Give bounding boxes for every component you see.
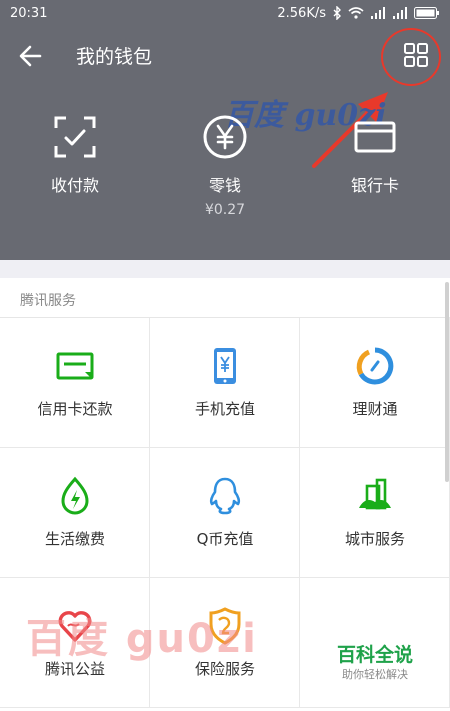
wallet-header: 我的钱包 百度 gu0zi 收付款 零钱 ¥0.27 银行卡 (0, 26, 450, 260)
service-q-coin[interactable]: Q币充值 (150, 448, 300, 578)
balance-label: 零钱 (208, 176, 241, 195)
receive-pay-button[interactable]: 收付款 (0, 114, 150, 196)
service-wealth[interactable]: 理财通 (300, 318, 450, 448)
wifi-icon (348, 7, 364, 19)
status-indicators: 2.56K/s (277, 6, 440, 21)
back-arrow-icon (19, 45, 42, 67)
signal-icon (370, 7, 386, 19)
service-label: 信用卡还款 (37, 400, 113, 418)
service-credit-card-repay[interactable]: 信用卡还款 (0, 318, 150, 448)
service-label: 城市服务 (344, 530, 405, 548)
bluetooth-icon (332, 6, 342, 20)
bank-card-label: 银行卡 (350, 176, 399, 195)
wealth-icon (356, 347, 394, 385)
bank-card-icon (354, 121, 396, 153)
service-label: 保险服务 (194, 660, 255, 678)
balance-button[interactable]: 零钱 ¥0.27 (150, 114, 300, 218)
service-label: 手机充值 (194, 400, 255, 418)
qq-icon (209, 477, 241, 515)
service-bill-payment[interactable]: 生活缴费 (0, 448, 150, 578)
status-bar: 20:31 2.56K/s (0, 0, 450, 26)
section-divider (0, 260, 450, 278)
yuan-coin-icon (203, 115, 247, 159)
battery-icon (414, 7, 440, 19)
service-label: Q币充值 (196, 530, 254, 548)
city-service-icon (359, 478, 391, 510)
service-charity[interactable]: 腾讯公益 (0, 578, 150, 708)
scan-receive-icon (54, 116, 96, 158)
bill-payment-icon (61, 476, 89, 515)
balance-amount: ¥0.27 (204, 202, 246, 218)
section-title: 腾讯服务 (0, 278, 450, 318)
services-grid: 信用卡还款 手机充值 理财通 生活缴费 Q币充值 城市服务 腾讯公益 保险服务 … (0, 318, 450, 711)
scrollbar[interactable] (445, 282, 449, 482)
page-title: 我的钱包 (76, 46, 153, 68)
service-label: 腾讯公益 (44, 660, 105, 678)
phone-recharge-icon (214, 348, 236, 384)
back-button[interactable] (14, 40, 50, 72)
service-insurance[interactable]: 保险服务 (150, 578, 300, 708)
bank-card-button[interactable]: 银行卡 (300, 114, 450, 196)
charity-heart-icon (58, 611, 92, 642)
insurance-icon (209, 607, 241, 645)
baike-subtitle: 助你轻松解决 (342, 668, 408, 681)
network-speed: 2.56K/s (277, 5, 326, 21)
receive-pay-label: 收付款 (50, 176, 99, 195)
service-label: 理财通 (352, 400, 398, 418)
signal-icon-2 (392, 7, 408, 19)
baike-promo[interactable]: 百科全说 助你轻松解决 (300, 578, 450, 708)
service-label: 生活缴费 (44, 530, 105, 548)
status-time: 20:31 (10, 5, 48, 21)
service-phone-recharge[interactable]: 手机充值 (150, 318, 300, 448)
credit-card-repay-icon (56, 352, 94, 380)
service-city[interactable]: 城市服务 (300, 448, 450, 578)
baike-title: 百科全说 (336, 644, 413, 666)
